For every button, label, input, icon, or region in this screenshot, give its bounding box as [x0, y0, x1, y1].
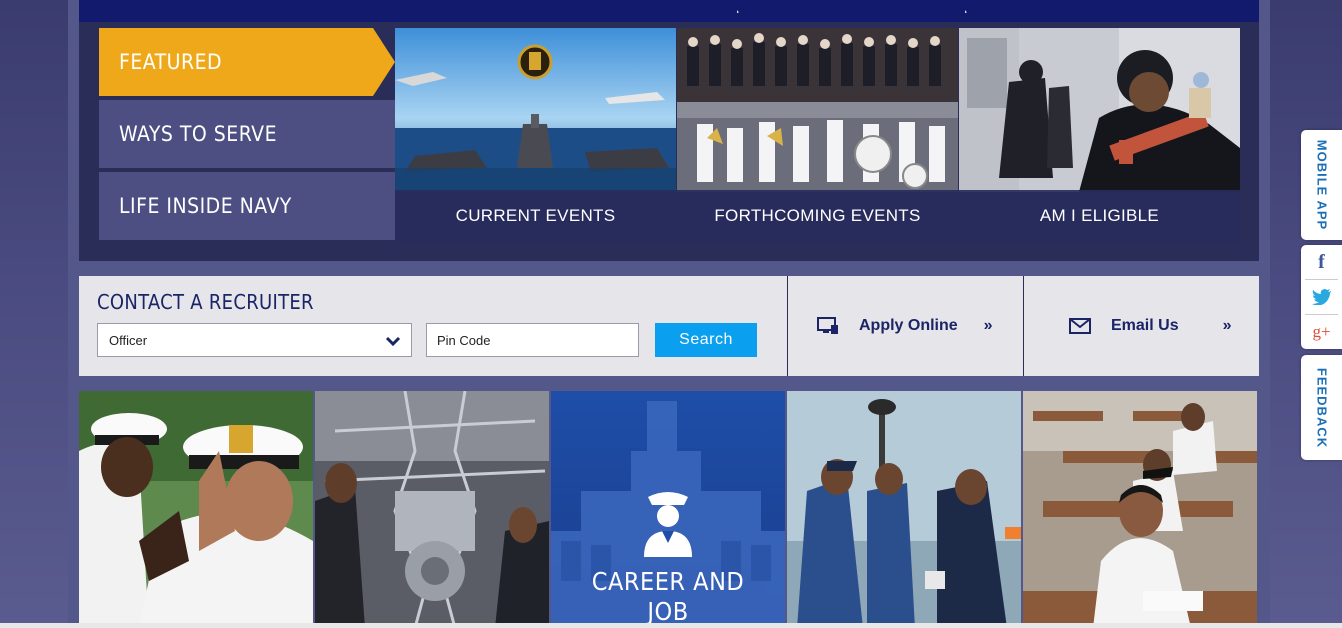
survey-image — [787, 391, 1021, 628]
twitter-bird-icon — [1311, 289, 1331, 305]
google-plus-glyph: g+ — [1312, 322, 1331, 341]
menu-item-label: WAYS TO SERVE — [119, 122, 278, 146]
contact-recruiter-panel: CONTACT A RECRUITER Officer Search Apply… — [79, 276, 1259, 376]
sailor-icon — [644, 492, 692, 557]
rank-select-value: Officer — [109, 332, 148, 348]
twitter-icon[interactable] — [1301, 280, 1342, 314]
career-label-line1: CAREER AND — [591, 567, 745, 596]
facebook-glyph: f — [1318, 250, 1325, 273]
tile-caption: CURRENT EVENTS — [395, 190, 676, 242]
bottom-strip — [0, 623, 1342, 628]
double-chevron-icon: » — [1222, 317, 1232, 334]
facebook-icon[interactable]: f — [1301, 245, 1342, 279]
menu-item-life-inside-navy[interactable]: LIFE INSIDE NAVY — [99, 172, 395, 240]
tile-caption: FORTHCOMING EVENTS — [677, 190, 958, 242]
tile-caption: AM I ELIGIBLE — [959, 190, 1240, 242]
tile-engineering[interactable] — [315, 391, 549, 628]
tile-current-events[interactable]: CURRENT EVENTS — [395, 28, 676, 242]
engineering-image — [315, 391, 549, 628]
search-button[interactable]: Search — [655, 323, 757, 357]
tile-officers-salute[interactable] — [79, 391, 313, 628]
email-us-link[interactable]: Email Us » — [1069, 276, 1232, 376]
tile-forthcoming-events[interactable]: FORTHCOMING EVENTS — [677, 28, 958, 242]
menu-item-ways-to-serve[interactable]: WAYS TO SERVE — [99, 100, 395, 168]
top-banner: ͅ ͅ — [79, 0, 1259, 22]
apply-online-label: Apply Online — [859, 317, 958, 334]
email-us-label: Email Us — [1111, 317, 1179, 334]
divider — [787, 276, 788, 376]
featured-panel: FEATURED WAYS TO SERVE LIFE INSIDE NAVY — [79, 22, 1259, 261]
mobile-app-label: MOBILE APP — [1314, 139, 1329, 231]
menu-item-label: FEATURED — [119, 50, 223, 74]
forthcoming-events-image — [677, 28, 958, 192]
mobile-app-tab[interactable]: MOBILE APP — [1301, 130, 1342, 240]
tile-am-i-eligible[interactable]: AM I ELIGIBLE — [959, 28, 1240, 242]
current-events-image — [395, 28, 676, 192]
bottom-tiles: CAREER AND JOB — [79, 391, 1259, 628]
education-image — [1023, 391, 1257, 628]
contact-title: CONTACT A RECRUITER — [97, 290, 314, 314]
divider — [1023, 276, 1024, 376]
rank-select[interactable]: Officer — [97, 323, 412, 357]
menu-item-label: LIFE INSIDE NAVY — [119, 194, 292, 218]
apply-online-link[interactable]: Apply Online » — [817, 276, 993, 376]
tile-career-and-job[interactable]: CAREER AND JOB — [551, 391, 785, 628]
google-plus-icon[interactable]: g+ — [1301, 315, 1342, 349]
monitor-icon — [817, 317, 838, 334]
chevron-down-icon — [385, 336, 401, 347]
tile-education[interactable] — [1023, 391, 1257, 628]
am-i-eligible-image — [959, 28, 1240, 192]
social-links: f g+ — [1301, 245, 1342, 349]
pin-code-input[interactable] — [426, 323, 639, 357]
active-arrow — [373, 28, 395, 96]
envelope-icon — [1069, 318, 1091, 334]
menu-item-featured[interactable]: FEATURED — [99, 28, 395, 96]
officers-salute-image — [79, 391, 313, 628]
tile-survey[interactable] — [787, 391, 1021, 628]
featured-tiles: CURRENT EVENTS FORTHCOMING EVENTS AM I E… — [395, 28, 1240, 242]
career-label: CAREER AND JOB — [551, 567, 785, 627]
double-chevron-icon: » — [983, 317, 993, 334]
feedback-tab[interactable]: FEEDBACK — [1301, 355, 1342, 460]
feedback-label: FEEDBACK — [1314, 367, 1329, 448]
